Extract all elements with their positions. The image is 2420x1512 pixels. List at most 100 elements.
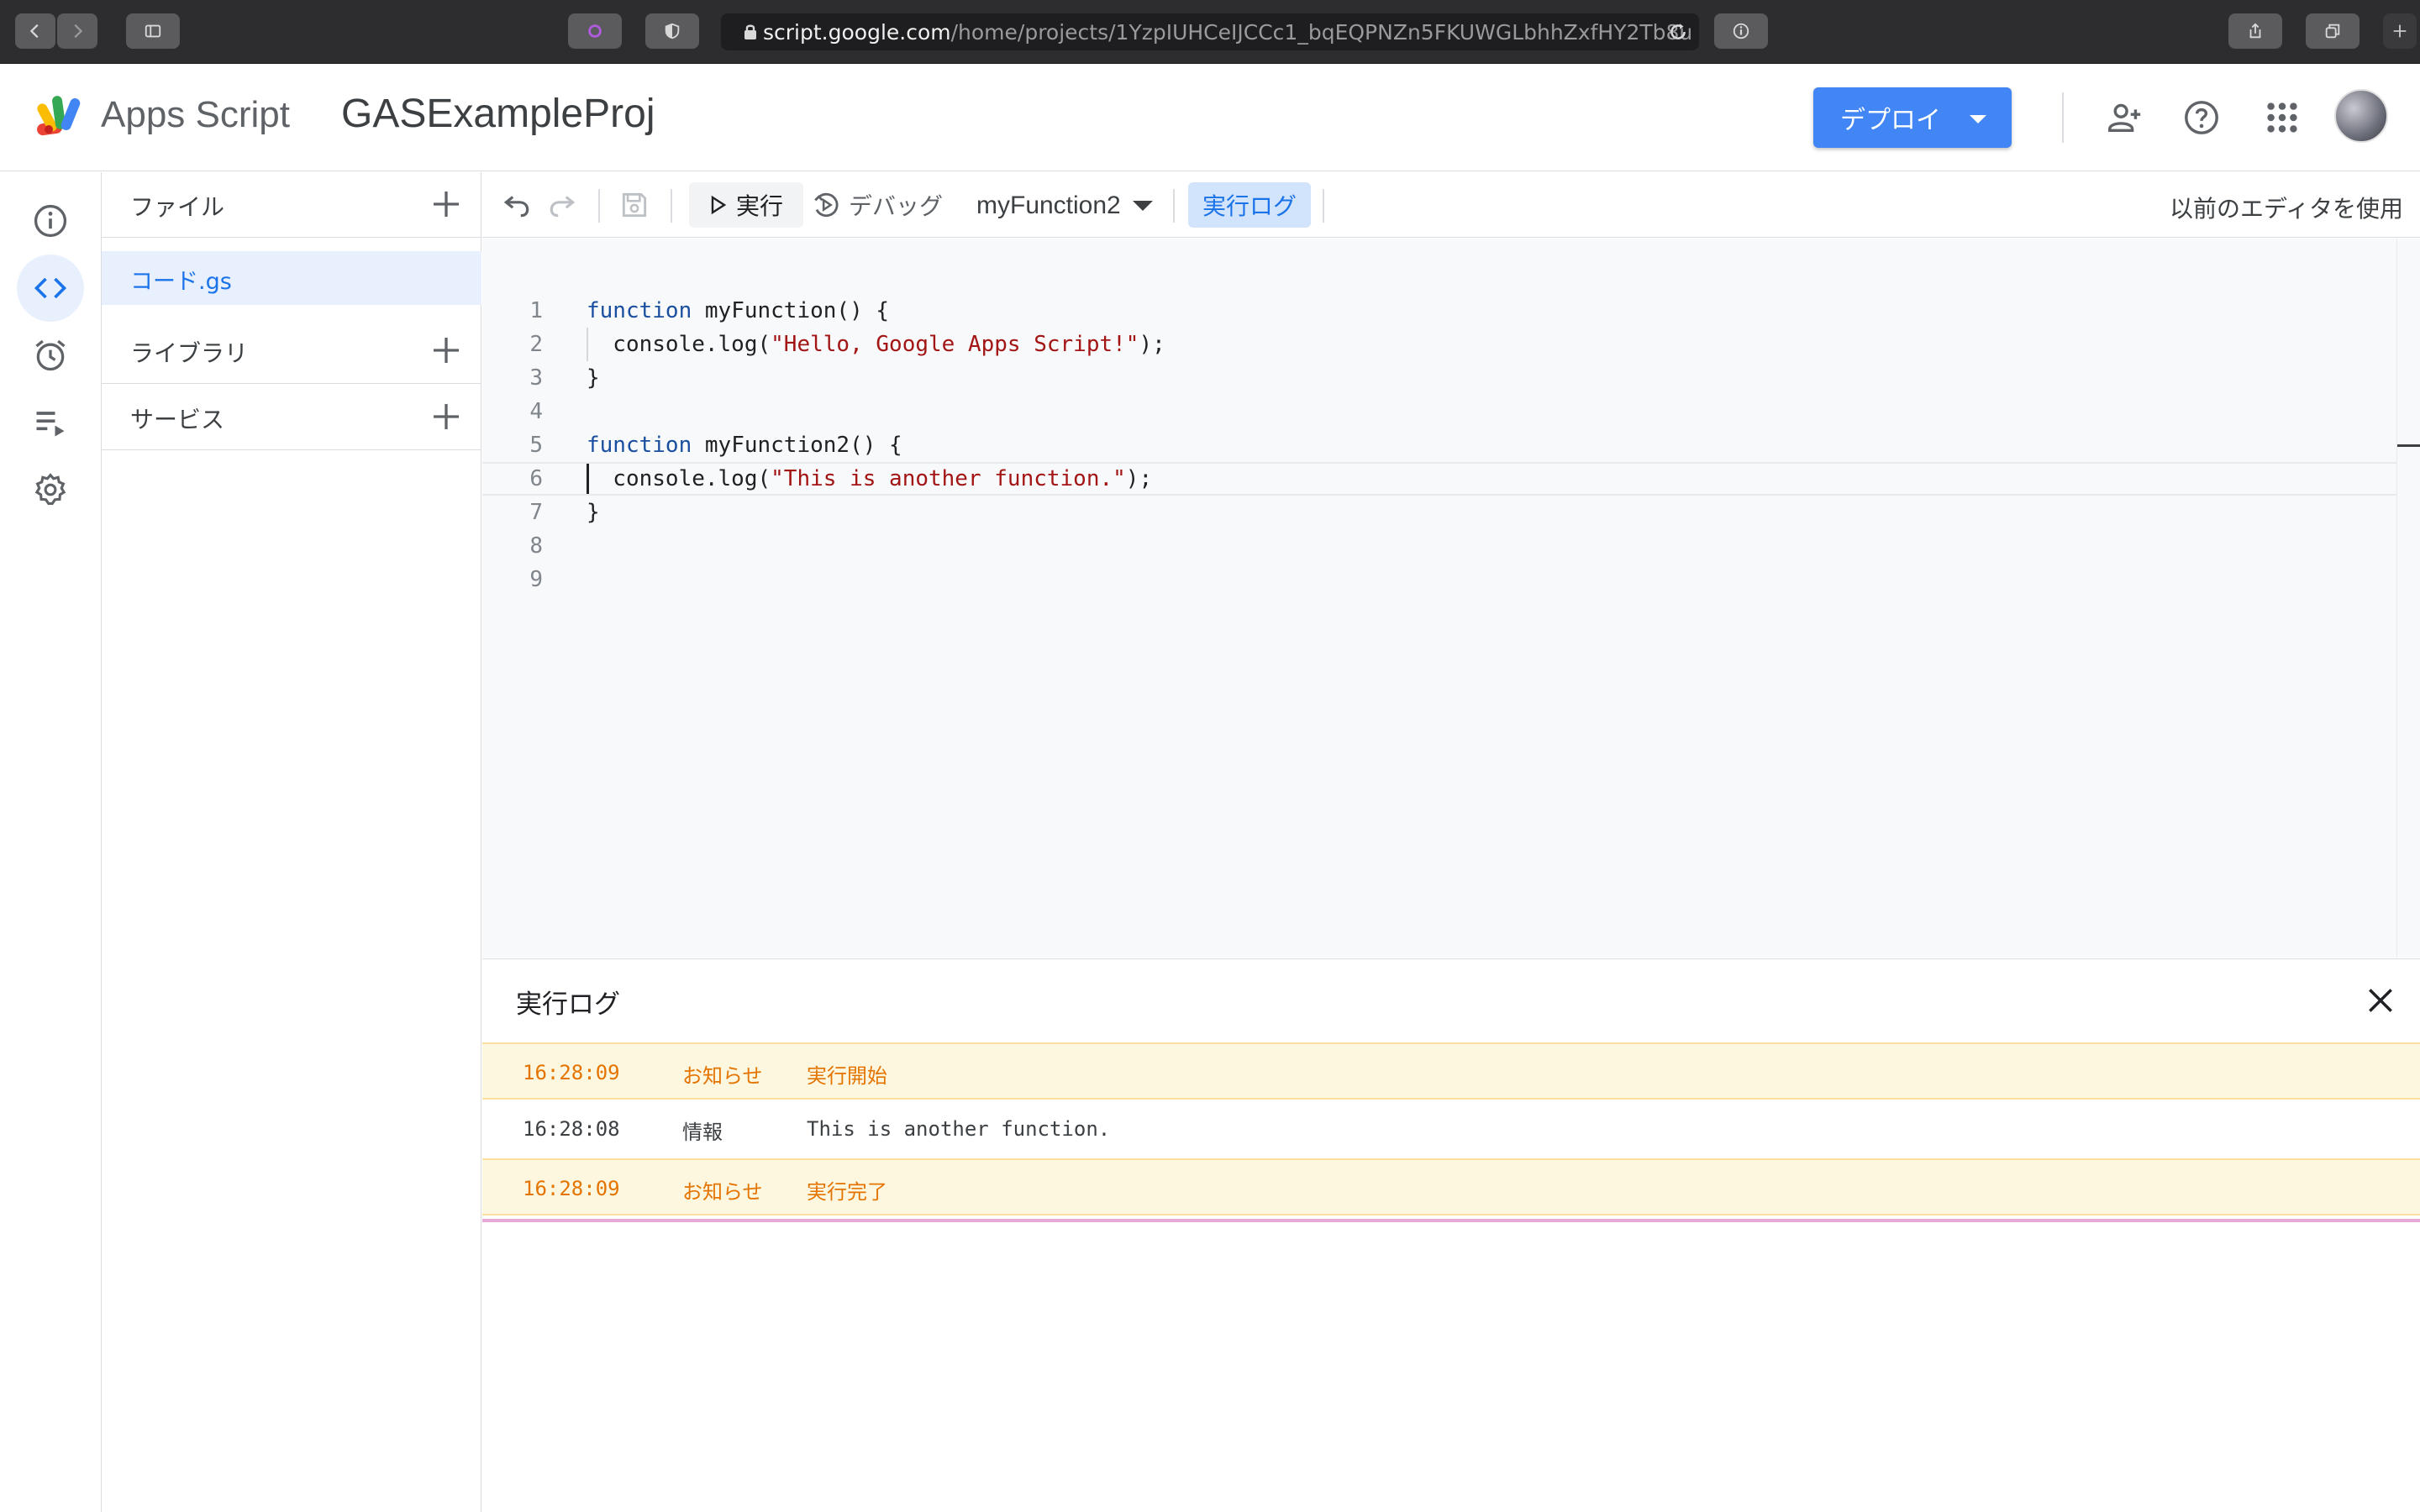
line-number: 3 <box>529 365 543 391</box>
code-line[interactable]: 1 function myFunction() { <box>482 294 2396 328</box>
tabs-icon <box>2325 24 2340 39</box>
apps-script-logo[interactable] <box>34 91 89 143</box>
code-line[interactable]: 2 console.log("Hello, Google Apps Script… <box>482 328 2396 361</box>
nav-settings[interactable] <box>17 456 84 523</box>
line-number: 8 <box>529 533 543 559</box>
code-line[interactable]: 7} <box>482 496 2396 529</box>
code-text: function myFunction() { <box>587 294 889 328</box>
indent-guide <box>587 464 589 494</box>
code-token: console.log( <box>587 332 771 357</box>
info-circle-icon <box>1733 23 1749 39</box>
browser-toolbar: script.google.com/home/projects/1YzpIUHC… <box>0 0 2420 64</box>
debug-button[interactable]: デバッグ <box>812 182 943 228</box>
log-level: お知らせ <box>682 1064 763 1088</box>
sidebar-toggle-button[interactable] <box>126 13 180 49</box>
code-icon <box>34 277 67 299</box>
debug-label: デバッグ <box>849 192 944 220</box>
code-text: console.log("This is another function.")… <box>587 464 1152 494</box>
redo-icon[interactable] <box>546 189 578 221</box>
line-number: 1 <box>529 298 543 323</box>
editor-scrollbar[interactable] <box>2396 239 2420 958</box>
log-message: 実行開始 <box>807 1064 887 1088</box>
project-title[interactable]: GASExampleProj <box>341 91 655 137</box>
log-time: 16:28:09 <box>523 1177 620 1200</box>
libraries-section-header: ライブラリ <box>102 318 481 384</box>
services-section-title: サービス <box>130 406 225 433</box>
add-service-plus-icon[interactable] <box>429 400 463 433</box>
new-tab-button[interactable] <box>2383 13 2417 49</box>
account-avatar[interactable] <box>2334 89 2388 143</box>
app-header: Apps Script GASExampleProj デプロイ <box>0 64 2420 171</box>
file-item-code-gs[interactable]: コード.gs <box>102 251 481 305</box>
forward-button[interactable] <box>57 13 97 49</box>
reload-icon[interactable] <box>1667 21 1689 43</box>
log-time: 16:28:08 <box>523 1117 620 1141</box>
code-token: console.log( <box>587 466 771 491</box>
code-text: function myFunction2() { <box>587 428 902 462</box>
code-line[interactable]: 8 <box>482 529 2396 563</box>
apps-launcher-button[interactable] <box>2260 96 2304 139</box>
execution-log-toggle[interactable]: 実行ログ <box>1188 182 1311 228</box>
sidebar-icon <box>145 24 161 38</box>
add-library-plus-icon[interactable] <box>429 333 463 367</box>
url-host: script.google.com <box>763 19 951 45</box>
plus-icon <box>2393 24 2407 38</box>
code-line[interactable]: 9 <box>482 563 2396 596</box>
code-keyword: function <box>587 433 692 458</box>
file-name: コード.gs <box>130 269 232 295</box>
code-token: myFunction2() { <box>692 433 902 458</box>
code-string: "Hello, Google Apps Script!" <box>771 332 1139 357</box>
play-icon <box>711 195 727 215</box>
undo-icon[interactable] <box>501 189 533 221</box>
line-number: 9 <box>529 567 543 592</box>
log-end-marker <box>482 1219 2420 1222</box>
scrollbar-cursor-marker <box>2397 444 2420 447</box>
product-name[interactable]: Apps Script <box>101 94 290 136</box>
reader-info-button[interactable] <box>1714 13 1768 49</box>
chevron-right-icon <box>74 24 83 39</box>
help-button[interactable] <box>2180 96 2223 139</box>
left-nav-rail <box>0 172 102 1512</box>
log-level: 情報 <box>682 1121 723 1144</box>
code-line[interactable]: 6 console.log("This is another function.… <box>482 462 2396 496</box>
code-editor[interactable]: 1 function myFunction() {2 console.log("H… <box>482 239 2396 958</box>
code-line[interactable]: 4 <box>482 395 2396 428</box>
nav-overview[interactable] <box>17 187 84 255</box>
code-line[interactable]: 5 function myFunction2() { <box>482 428 2396 462</box>
deploy-button[interactable]: デプロイ <box>1813 87 2012 148</box>
add-file-plus-icon[interactable] <box>429 187 463 221</box>
log-row: 16:28:08 情報 This is another function. <box>482 1100 2420 1158</box>
code-line[interactable]: 3} <box>482 361 2396 395</box>
line-number: 4 <box>529 399 543 424</box>
back-button[interactable] <box>15 13 55 49</box>
log-row: 16:28:09 お知らせ 実行開始 <box>482 1042 2420 1100</box>
function-select[interactable]: myFunction2 <box>976 184 1153 228</box>
run-button[interactable]: 実行 <box>689 182 803 228</box>
files-section-title: ファイル <box>130 193 225 221</box>
tabs-overview-button[interactable] <box>2306 13 2360 49</box>
use-legacy-editor-link[interactable]: 以前のエディタを使用 <box>2170 191 2403 224</box>
nav-triggers[interactable] <box>17 322 84 389</box>
lock-icon <box>744 24 756 39</box>
share-button[interactable] <box>2228 13 2282 49</box>
share-icon <box>2249 23 2261 39</box>
nav-executions[interactable] <box>17 389 84 456</box>
privacy-button[interactable] <box>645 13 699 49</box>
save-icon[interactable] <box>618 189 650 221</box>
alarm-clock-icon <box>35 339 66 371</box>
share-project-button[interactable] <box>2102 96 2146 139</box>
extension-button[interactable] <box>568 13 622 49</box>
files-section-header: ファイル <box>102 172 481 238</box>
line-number: 5 <box>529 433 543 458</box>
address-bar[interactable]: script.google.com/home/projects/1YzpIUHC… <box>721 13 1699 50</box>
code-string: "This is another function." <box>771 466 1126 491</box>
code-token: } <box>587 500 600 525</box>
code-text: console.log("Hello, Google Apps Script!"… <box>587 328 1165 361</box>
line-number: 2 <box>529 332 543 357</box>
log-row: 16:28:09 お知らせ 実行完了 <box>482 1158 2420 1215</box>
nav-editor[interactable] <box>17 255 84 322</box>
header-divider <box>2062 92 2064 143</box>
selected-function: myFunction2 <box>976 192 1121 219</box>
close-icon[interactable] <box>2365 984 2396 1016</box>
chevron-left-icon <box>29 24 39 39</box>
